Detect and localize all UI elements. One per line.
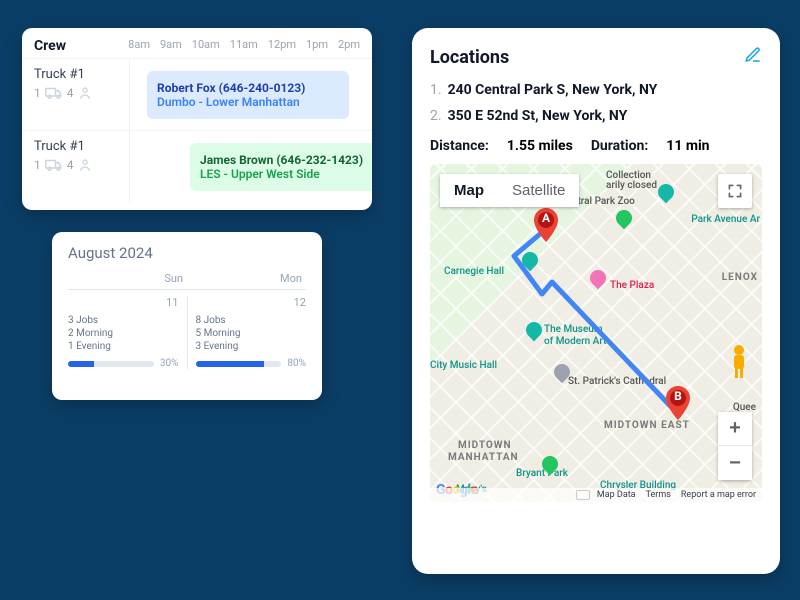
map-poi-label: Park Avenue Ar xyxy=(691,214,760,225)
map-area-label: MIDTOWN EAST xyxy=(604,420,690,431)
progress-bar xyxy=(196,361,282,367)
zoom-control: + − xyxy=(718,412,752,480)
day-header: Sun xyxy=(68,272,187,285)
crew-title: Crew xyxy=(34,38,128,54)
map-poi-label: Carnegie Hall xyxy=(444,266,504,277)
time-slot: 12pm xyxy=(268,38,296,54)
person-count: 4 xyxy=(67,86,74,100)
route-map[interactable]: Collection arily closed Central Park Zoo… xyxy=(430,164,762,502)
pegman-icon xyxy=(728,344,750,380)
truck-icon xyxy=(45,158,63,172)
map-poi-icon xyxy=(613,207,636,230)
map-poi-icon xyxy=(539,453,562,476)
map-area-label: MIDTOWN xyxy=(458,440,512,451)
schedule-event[interactable]: Robert Fox (646-240-0123) Dumbo - Lower … xyxy=(147,71,349,119)
map-poi-label: arily closed xyxy=(606,180,657,191)
time-slot: 10am xyxy=(192,38,220,54)
calendar-cell[interactable]: 12 8 Jobs 5 Morning 3 Evening 80% xyxy=(188,296,307,369)
locations-card: Locations 1. 240 Central Park S, New Yor… xyxy=(412,28,780,574)
pin-label: A xyxy=(534,211,558,225)
event-route: Dumbo - Lower Manhattan xyxy=(157,95,339,109)
progress-bar xyxy=(68,361,154,367)
fullscreen-icon xyxy=(727,183,743,199)
map-data-link[interactable]: Map Data xyxy=(597,490,636,500)
time-slot: 1pm xyxy=(306,38,328,54)
calendar-title: August 2024 xyxy=(68,244,306,262)
locations-title: Locations xyxy=(430,47,509,68)
calendar-card: August 2024 Sun Mon 11 3 Jobs 2 Morning … xyxy=(52,232,322,400)
person-icon xyxy=(78,86,92,100)
time-slot: 2pm xyxy=(338,38,360,54)
fullscreen-button[interactable] xyxy=(718,174,752,208)
crew-row: Truck #1 1 4 Robert Fox (646-240-0123) D… xyxy=(22,58,372,130)
duration-value: 11 min xyxy=(666,138,709,154)
progress-percent: 30% xyxy=(160,358,179,369)
map-poi-label: Bryant Park xyxy=(516,468,568,479)
jobs-count: 8 Jobs xyxy=(196,315,307,326)
crew-row: Truck #1 1 4 James Brown (646-232-1423) … xyxy=(22,130,372,202)
map-poi-icon xyxy=(587,267,610,290)
duration-label: Duration: xyxy=(591,138,648,154)
jobs-count: 3 Jobs xyxy=(68,315,179,326)
crew-schedule-card: Crew 8am 9am 10am 11am 12pm 1pm 2pm Truc… xyxy=(22,28,372,210)
map-pin-b[interactable]: B xyxy=(666,386,690,420)
location-number: 1. xyxy=(430,82,442,98)
map-pin-a[interactable]: A xyxy=(534,208,558,242)
person-icon xyxy=(78,158,92,172)
zoom-in-button[interactable]: + xyxy=(718,412,752,446)
event-customer: James Brown (646-232-1423) xyxy=(200,153,372,167)
map-poi-icon xyxy=(519,249,542,272)
zoom-out-button[interactable]: − xyxy=(718,446,752,480)
distance-label: Distance: xyxy=(430,138,489,154)
map-type-toggle: Map Satellite xyxy=(440,174,579,207)
map-poi-icon xyxy=(551,361,574,384)
event-route: LES - Upper West Side xyxy=(200,167,372,181)
day-header: Mon xyxy=(187,272,306,285)
map-poi-label: The Museum xyxy=(544,324,603,335)
map-type-map[interactable]: Map xyxy=(440,174,498,207)
morning-count: 2 Morning xyxy=(68,328,179,339)
map-poi-label: City Music Hall xyxy=(430,360,497,371)
location-address: 350 E 52nd St, New York, NY xyxy=(448,108,628,124)
progress-percent: 80% xyxy=(287,358,306,369)
map-poi-label: St. Patrick's Cathedral xyxy=(568,376,666,387)
morning-count: 5 Morning xyxy=(196,328,307,339)
streetview-pegman[interactable] xyxy=(726,342,752,382)
day-number: 12 xyxy=(196,296,307,309)
event-customer: Robert Fox (646-240-0123) xyxy=(157,81,339,95)
time-slot: 11am xyxy=(230,38,258,54)
map-area-label: MANHATTAN xyxy=(448,452,519,463)
day-number: 11 xyxy=(68,296,179,309)
map-terms-link[interactable]: Terms xyxy=(646,490,671,500)
evening-count: 3 Evening xyxy=(196,341,307,352)
time-slot: 9am xyxy=(160,38,182,54)
map-poi-label: of Modern Art xyxy=(544,336,606,347)
truck-count: 1 xyxy=(34,86,41,100)
calendar-cell[interactable]: 11 3 Jobs 2 Morning 1 Evening 30% xyxy=(68,296,188,369)
location-number: 2. xyxy=(430,108,442,124)
evening-count: 1 Evening xyxy=(68,341,179,352)
map-poi-icon xyxy=(655,181,678,204)
map-attribution: Map Data Terms Report a map error xyxy=(430,488,762,502)
map-type-satellite[interactable]: Satellite xyxy=(498,174,579,207)
location-address: 240 Central Park S, New York, NY xyxy=(448,82,658,98)
truck-count: 1 xyxy=(34,158,41,172)
distance-value: 1.55 miles xyxy=(507,138,573,154)
location-item: 2. 350 E 52nd St, New York, NY xyxy=(430,108,762,124)
pin-label: B xyxy=(666,389,690,403)
map-area-label: LENOX xyxy=(722,272,758,283)
location-item: 1. 240 Central Park S, New York, NY xyxy=(430,82,762,98)
map-poi-label: Collection xyxy=(606,170,651,181)
person-count: 4 xyxy=(67,158,74,172)
truck-name: Truck #1 xyxy=(34,67,129,82)
map-report-link[interactable]: Report a map error xyxy=(681,490,756,500)
edit-icon[interactable] xyxy=(744,46,762,68)
crew-timeline-header: 8am 9am 10am 11am 12pm 1pm 2pm xyxy=(128,38,360,54)
map-poi-label: The Plaza xyxy=(610,280,654,291)
schedule-event[interactable]: James Brown (646-232-1423) LES - Upper W… xyxy=(190,143,372,191)
map-poi-icon xyxy=(523,319,546,342)
truck-name: Truck #1 xyxy=(34,139,129,154)
truck-icon xyxy=(45,86,63,100)
time-slot: 8am xyxy=(128,38,150,54)
